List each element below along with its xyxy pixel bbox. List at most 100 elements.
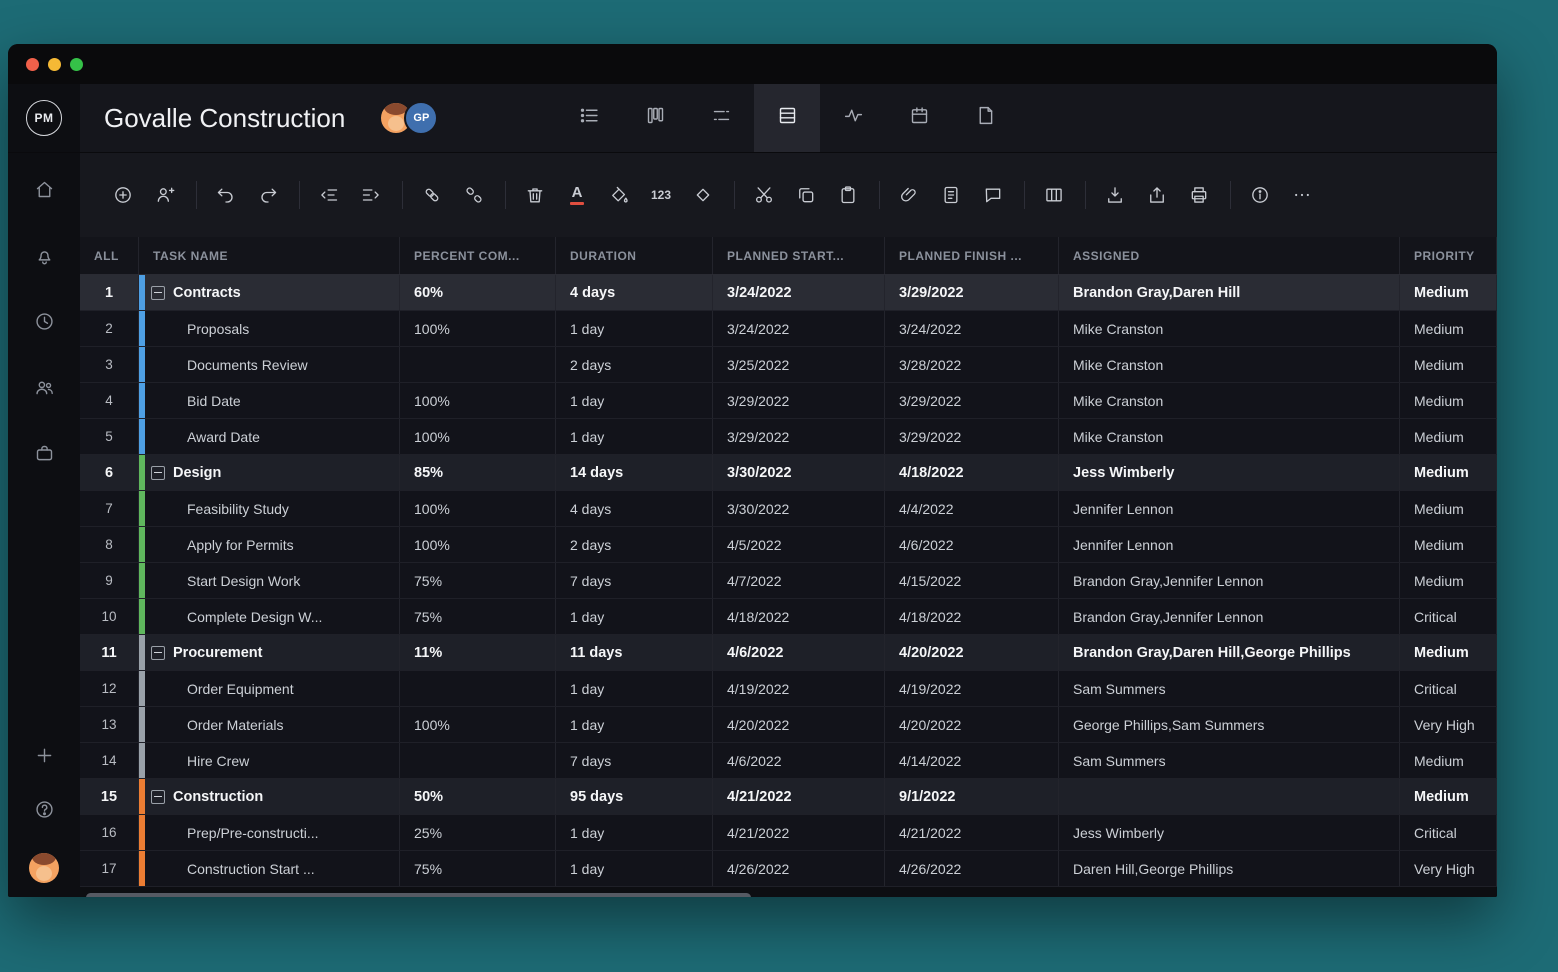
cell-task-name[interactable]: Design	[139, 455, 400, 490]
cell-duration[interactable]: 1 day	[556, 815, 713, 850]
outdent-icon[interactable]	[312, 178, 346, 212]
copy-icon[interactable]	[789, 178, 823, 212]
cell-duration[interactable]: 1 day	[556, 671, 713, 706]
cell-percent-complete[interactable]: 50%	[400, 779, 556, 814]
zoom-window-button[interactable]	[70, 58, 83, 71]
cell-planned-finish[interactable]: 3/29/2022	[885, 419, 1059, 454]
cell-duration[interactable]: 1 day	[556, 419, 713, 454]
cell-task-name[interactable]: Award Date	[139, 419, 400, 454]
cell-assigned[interactable]: Mike Cranston	[1059, 419, 1400, 454]
cell-percent-complete[interactable]: 85%	[400, 455, 556, 490]
column-header-assigned[interactable]: ASSIGNED	[1059, 237, 1400, 274]
column-header-planned-finish[interactable]: PLANNED FINISH ...	[885, 237, 1059, 274]
cell-planned-start[interactable]: 3/25/2022	[713, 347, 885, 382]
cell-assigned[interactable]: George Phillips,Sam Summers	[1059, 707, 1400, 742]
help-icon[interactable]	[34, 799, 55, 825]
cell-percent-complete[interactable]: 100%	[400, 419, 556, 454]
cell-duration[interactable]: 1 day	[556, 383, 713, 418]
cell-duration[interactable]: 4 days	[556, 275, 713, 310]
cell-planned-start[interactable]: 3/29/2022	[713, 383, 885, 418]
cell-assigned[interactable]: Jess Wimberly	[1059, 815, 1400, 850]
cell-row-number[interactable]: 13	[80, 707, 139, 742]
cell-duration[interactable]: 2 days	[556, 527, 713, 562]
cell-assigned[interactable]: Mike Cranston	[1059, 347, 1400, 382]
cell-planned-finish[interactable]: 4/4/2022	[885, 491, 1059, 526]
cell-planned-start[interactable]: 4/18/2022	[713, 599, 885, 634]
cell-planned-start[interactable]: 3/30/2022	[713, 455, 885, 490]
cell-priority[interactable]: Very High	[1400, 851, 1497, 886]
cell-task-name[interactable]: Documents Review	[139, 347, 400, 382]
table-row[interactable]: 11Procurement11%11 days4/6/20224/20/2022…	[80, 635, 1497, 671]
table-row[interactable]: 14Hire Crew7 days4/6/20224/14/2022Sam Su…	[80, 743, 1497, 779]
cell-percent-complete[interactable]: 25%	[400, 815, 556, 850]
comment-icon[interactable]	[976, 178, 1010, 212]
cell-planned-finish[interactable]: 3/29/2022	[885, 383, 1059, 418]
cell-task-name[interactable]: Procurement	[139, 635, 400, 670]
close-window-button[interactable]	[26, 58, 39, 71]
cell-assigned[interactable]: Jennifer Lennon	[1059, 491, 1400, 526]
cell-priority[interactable]: Medium	[1400, 275, 1497, 310]
print-icon[interactable]	[1182, 178, 1216, 212]
cell-assigned[interactable]: Sam Summers	[1059, 743, 1400, 778]
fill-color-icon[interactable]	[602, 178, 636, 212]
number-format-icon[interactable]: 123	[644, 178, 678, 212]
cell-priority[interactable]: Medium	[1400, 383, 1497, 418]
cell-assigned[interactable]: Brandon Gray,Jennifer Lennon	[1059, 563, 1400, 598]
attachment-icon[interactable]	[892, 178, 926, 212]
assign-user-icon[interactable]	[148, 178, 182, 212]
cell-assigned[interactable]: Brandon Gray,Daren Hill	[1059, 275, 1400, 310]
notes-icon[interactable]	[934, 178, 968, 212]
unlink-task-icon[interactable]	[457, 178, 491, 212]
column-header-priority[interactable]: PRIORITY	[1400, 237, 1497, 274]
undo-icon[interactable]	[209, 178, 243, 212]
cell-duration[interactable]: 1 day	[556, 599, 713, 634]
column-header-task-name[interactable]: TASK NAME	[139, 237, 400, 274]
table-row[interactable]: 4Bid Date100%1 day3/29/20223/29/2022Mike…	[80, 383, 1497, 419]
cell-percent-complete[interactable]: 75%	[400, 599, 556, 634]
cell-row-number[interactable]: 11	[80, 635, 139, 670]
cell-planned-finish[interactable]: 4/21/2022	[885, 815, 1059, 850]
cell-planned-start[interactable]: 4/21/2022	[713, 779, 885, 814]
home-icon[interactable]	[34, 179, 55, 205]
cell-planned-finish[interactable]: 4/15/2022	[885, 563, 1059, 598]
cell-priority[interactable]: Medium	[1400, 635, 1497, 670]
cell-row-number[interactable]: 4	[80, 383, 139, 418]
cell-planned-finish[interactable]: 3/29/2022	[885, 275, 1059, 310]
cell-planned-finish[interactable]: 3/24/2022	[885, 311, 1059, 346]
cell-task-name[interactable]: Order Equipment	[139, 671, 400, 706]
cell-planned-finish[interactable]: 3/28/2022	[885, 347, 1059, 382]
cell-percent-complete[interactable]: 75%	[400, 851, 556, 886]
table-row[interactable]: 12Order Equipment1 day4/19/20224/19/2022…	[80, 671, 1497, 707]
cell-priority[interactable]: Critical	[1400, 815, 1497, 850]
minimize-window-button[interactable]	[48, 58, 61, 71]
cell-assigned[interactable]: Brandon Gray,Daren Hill,George Phillips	[1059, 635, 1400, 670]
table-row[interactable]: 5Award Date100%1 day3/29/20223/29/2022Mi…	[80, 419, 1497, 455]
cell-planned-start[interactable]: 4/5/2022	[713, 527, 885, 562]
time-icon[interactable]	[34, 311, 55, 337]
collapse-toggle[interactable]	[151, 790, 165, 804]
cell-priority[interactable]: Medium	[1400, 743, 1497, 778]
cell-planned-start[interactable]: 3/30/2022	[713, 491, 885, 526]
cell-priority[interactable]: Critical	[1400, 599, 1497, 634]
cell-duration[interactable]: 7 days	[556, 563, 713, 598]
delete-icon[interactable]	[518, 178, 552, 212]
cell-row-number[interactable]: 12	[80, 671, 139, 706]
cell-planned-finish[interactable]: 4/26/2022	[885, 851, 1059, 886]
tab-view-sheet[interactable]	[754, 84, 820, 152]
horizontal-scrollbar[interactable]	[80, 887, 1497, 897]
cell-task-name[interactable]: Proposals	[139, 311, 400, 346]
collapse-toggle[interactable]	[151, 286, 165, 300]
cell-planned-finish[interactable]: 4/19/2022	[885, 671, 1059, 706]
tab-view-board[interactable]	[622, 84, 688, 152]
cell-planned-start[interactable]: 4/6/2022	[713, 635, 885, 670]
table-row[interactable]: 17Construction Start ...75%1 day4/26/202…	[80, 851, 1497, 887]
cell-duration[interactable]: 11 days	[556, 635, 713, 670]
cell-row-number[interactable]: 17	[80, 851, 139, 886]
cell-assigned[interactable]: Jennifer Lennon	[1059, 527, 1400, 562]
cell-row-number[interactable]: 7	[80, 491, 139, 526]
column-header-planned-start[interactable]: PLANNED START...	[713, 237, 885, 274]
horizontal-scrollbar-thumb[interactable]	[86, 893, 751, 897]
cell-duration[interactable]: 2 days	[556, 347, 713, 382]
cell-planned-start[interactable]: 4/20/2022	[713, 707, 885, 742]
cell-percent-complete[interactable]: 11%	[400, 635, 556, 670]
